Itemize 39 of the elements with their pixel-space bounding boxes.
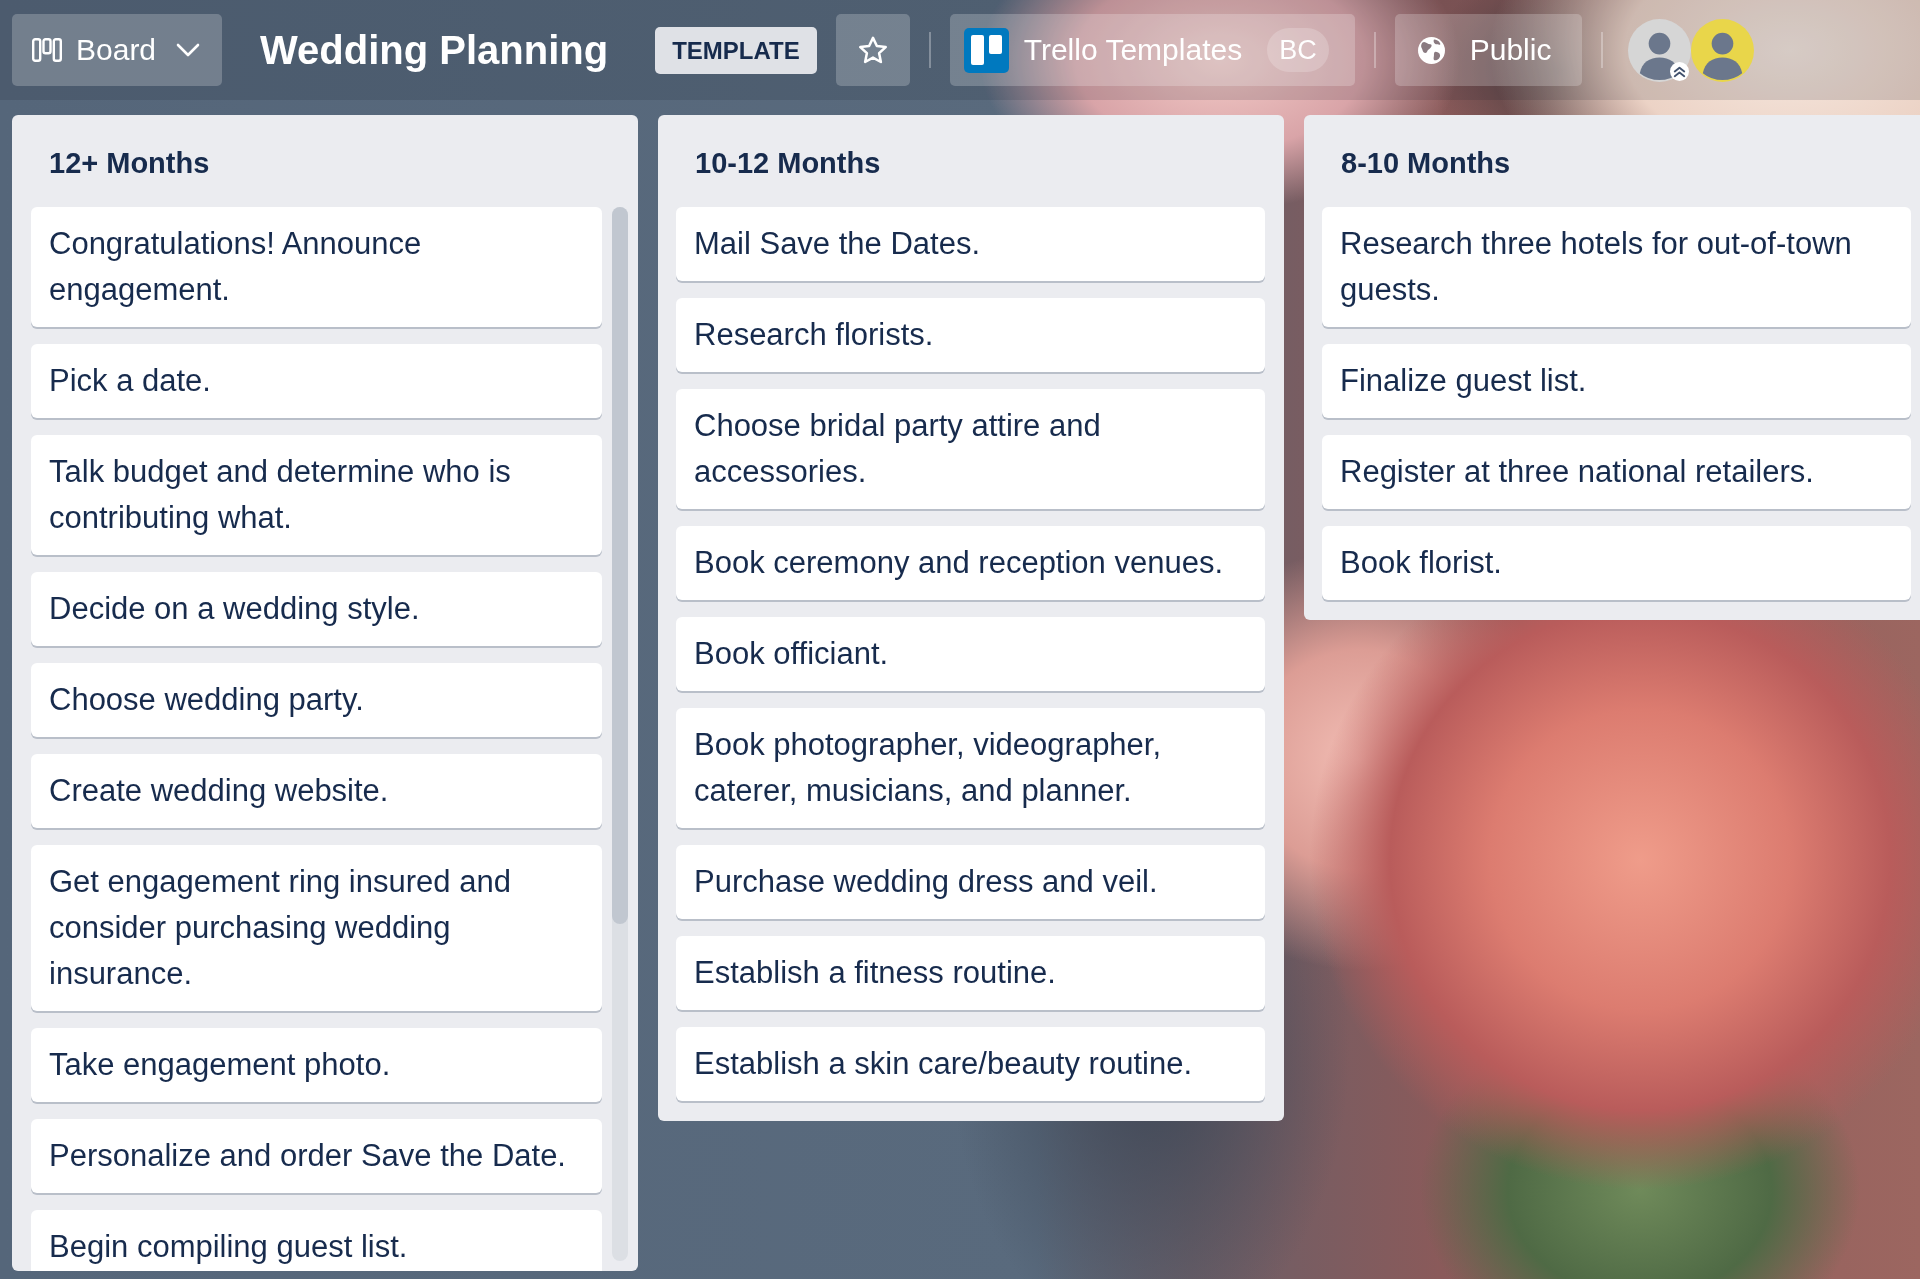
list-title: 8-10 Months (1340, 146, 1512, 181)
task-card[interactable]: Get engagement ring insured and consider purchasing wedding insurance. (31, 845, 602, 1011)
chevron-down-icon (176, 43, 201, 57)
task-card[interactable]: Choose bridal party attire and accessories. (676, 389, 1265, 509)
task-card[interactable]: Establish a skin care/beauty routine. (676, 1027, 1265, 1101)
view-switcher-button[interactable]: Board (12, 14, 223, 86)
visibility-button[interactable]: Public (1394, 14, 1583, 86)
task-card[interactable]: Finalize guest list. (1322, 344, 1911, 418)
task-card[interactable]: Mail Save the Dates. (676, 207, 1265, 281)
task-card[interactable]: Establish a fitness routine. (676, 936, 1265, 1010)
task-card[interactable]: Book ceremony and reception venues. (676, 526, 1265, 600)
task-card[interactable]: Begin compiling guest list. (31, 1210, 602, 1271)
star-button[interactable] (835, 14, 910, 86)
task-card[interactable]: Book photographer, videographer, caterer, musicians, and planner. (676, 708, 1265, 828)
avatar-icon[interactable] (1628, 18, 1692, 82)
scrollbar-thumb[interactable] (612, 207, 628, 924)
task-card[interactable]: Choose wedding party. (31, 663, 602, 737)
task-card[interactable]: Research three hotels for out-of-town guests. (1322, 207, 1911, 327)
task-card[interactable]: Book officiant. (676, 617, 1265, 691)
task-card[interactable]: Purchase wedding dress and veil. (676, 845, 1265, 919)
task-card[interactable]: Talk budget and determine who is contributing what. (31, 435, 602, 555)
globe-icon (1417, 36, 1445, 64)
task-card[interactable]: Take engagement photo. (31, 1028, 602, 1102)
plan-badge: BC (1267, 28, 1329, 72)
list-title: 12+ Months (48, 146, 211, 181)
template-badge: TEMPLATE (655, 26, 817, 74)
list-title: 10-12 Months (694, 146, 882, 181)
task-card[interactable]: Pick a date. (31, 344, 602, 418)
task-card[interactable]: Create wedding website. (31, 754, 602, 828)
task-card[interactable]: Congratulations! Announce engagement. (31, 207, 602, 327)
task-card[interactable]: Book florist. (1322, 526, 1911, 600)
board-title[interactable]: Wedding Planning (260, 27, 609, 73)
avatar-icon[interactable] (1691, 18, 1755, 82)
board-icon (32, 38, 62, 62)
task-card[interactable]: Personalize and order Save the Date. (31, 1119, 602, 1193)
board-logo-icon (963, 27, 1009, 73)
task-card[interactable]: Decide on a wedding style. (31, 572, 602, 646)
task-card[interactable]: Research florists. (676, 298, 1265, 372)
task-card[interactable]: Register at three national retailers. (1322, 435, 1911, 509)
